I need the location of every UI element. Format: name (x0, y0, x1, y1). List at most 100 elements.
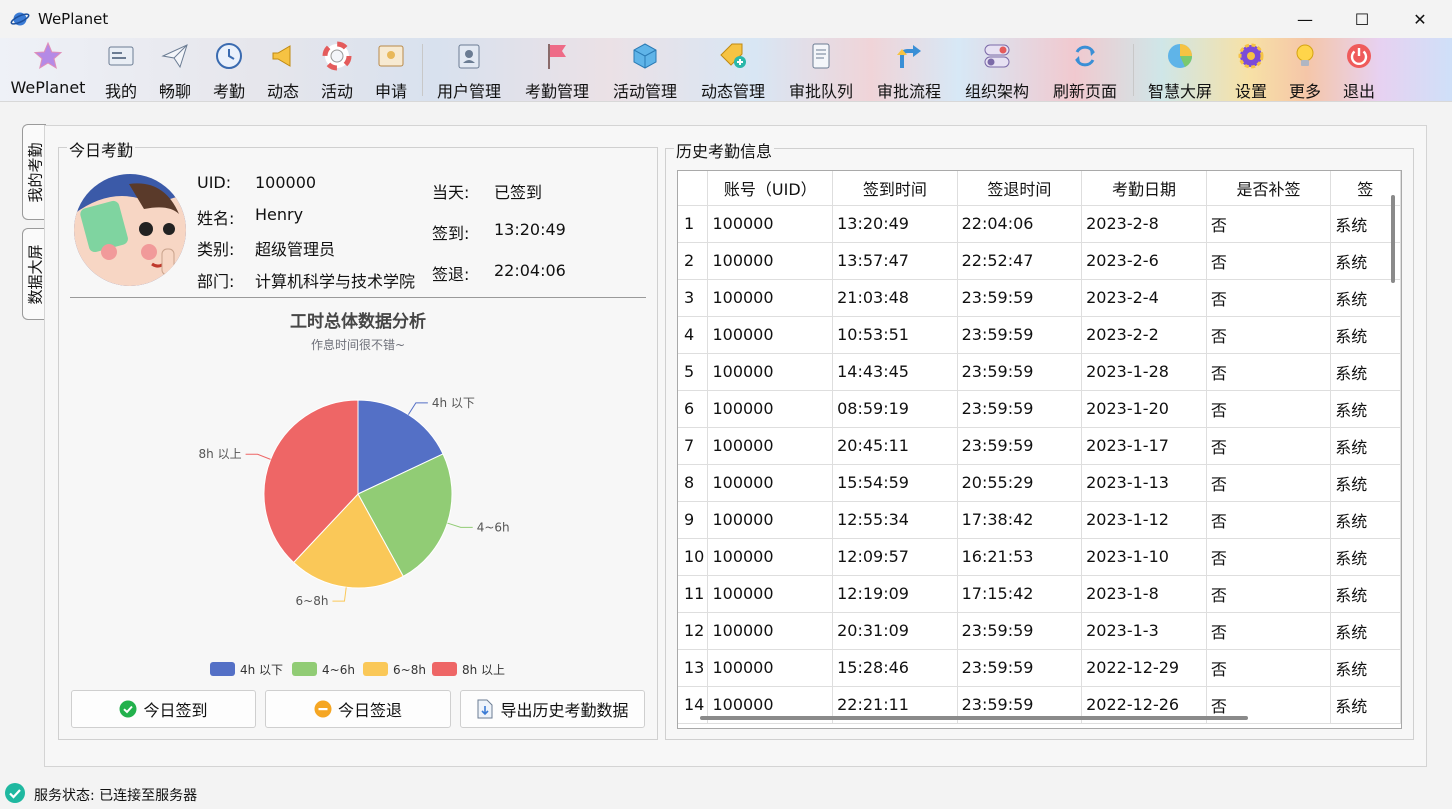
table-cell[interactable]: 13:20:49 (832, 205, 958, 243)
row-number-cell[interactable]: 10 (678, 538, 709, 576)
table-row[interactable]: 5 100000 14:43:45 23:59:59 2023-1-28 否系统 (678, 353, 1401, 391)
row-number-cell[interactable]: 12 (678, 612, 709, 650)
legend-label[interactable]: 6~8h (393, 663, 426, 677)
table-cell[interactable]: 2023-1-20 (1081, 390, 1207, 428)
table-cell[interactable]: 2023-1-13 (1081, 464, 1207, 502)
checkin-button[interactable]: 今日签到 (71, 690, 256, 728)
table-cell[interactable]: 否 (1206, 427, 1332, 465)
table-cell[interactable]: 否 (1206, 649, 1332, 687)
toolbar-item-7[interactable]: 用户管理 (429, 38, 509, 102)
table-cell[interactable]: 15:54:59 (832, 464, 958, 502)
toolbar-item-0[interactable]: WePlanet (8, 38, 88, 102)
table-cell[interactable]: 17:15:42 (957, 575, 1083, 613)
table-cell[interactable]: 否 (1206, 242, 1332, 280)
history-table[interactable]: 账号（UID） 签到时间 签退时间 考勤日期 是否补签 签 1 100000 13:… (677, 170, 1402, 729)
table-cell[interactable]: 100000 (707, 464, 834, 502)
legend-label[interactable]: 8h 以上 (462, 663, 505, 677)
table-cell[interactable]: 2023-2-4 (1081, 279, 1207, 317)
legend-swatch[interactable] (363, 662, 388, 676)
column-header[interactable]: 考勤日期 (1081, 171, 1207, 206)
table-row[interactable]: 13 100000 15:28:46 23:59:59 2022-12-29 否系统 (678, 649, 1401, 687)
row-number-cell[interactable]: 6 (678, 390, 709, 428)
table-cell[interactable]: 12:55:34 (832, 501, 958, 539)
table-cell[interactable]: 系统 (1330, 279, 1401, 317)
table-cell[interactable]: 08:59:19 (832, 390, 958, 428)
toolbar-item-14[interactable]: 刷新页面 (1045, 38, 1125, 102)
table-cell[interactable]: 12:09:57 (832, 538, 958, 576)
table-row[interactable]: 8 100000 15:54:59 20:55:29 2023-1-13 否系统 (678, 464, 1401, 502)
vertical-scrollbar[interactable] (1391, 195, 1395, 283)
column-header[interactable]: 签到时间 (832, 171, 958, 206)
legend-swatch[interactable] (292, 662, 317, 676)
table-cell[interactable]: 2023-1-28 (1081, 353, 1207, 391)
legend-swatch[interactable] (432, 662, 457, 676)
row-number-cell[interactable]: 2 (678, 242, 709, 280)
table-cell[interactable]: 100000 (707, 427, 834, 465)
toolbar-item-18[interactable]: 退出 (1319, 38, 1399, 102)
table-cell[interactable]: 10:53:51 (832, 316, 958, 354)
table-cell[interactable]: 12:19:09 (832, 575, 958, 613)
toolbar-item-11[interactable]: 审批队列 (781, 38, 861, 102)
table-row[interactable]: 11 100000 12:19:09 17:15:42 2023-1-8 否系统 (678, 575, 1401, 613)
checkout-button[interactable]: 今日签退 (265, 690, 451, 728)
toolbar-item-8[interactable]: 考勤管理 (517, 38, 597, 102)
table-row[interactable]: 3 100000 21:03:48 23:59:59 2023-2-4 否系统 (678, 279, 1401, 317)
table-cell[interactable]: 14:43:45 (832, 353, 958, 391)
table-cell[interactable]: 100000 (707, 390, 834, 428)
table-cell[interactable]: 2023-2-2 (1081, 316, 1207, 354)
maximize-button[interactable]: ☐ (1347, 6, 1377, 32)
table-cell[interactable]: 100000 (707, 316, 834, 354)
table-cell[interactable]: 23:59:59 (957, 353, 1083, 391)
table-cell[interactable]: 20:55:29 (957, 464, 1083, 502)
table-cell[interactable]: 系统 (1330, 464, 1401, 502)
table-row[interactable]: 6 100000 08:59:19 23:59:59 2023-1-20 否系统 (678, 390, 1401, 428)
table-cell[interactable]: 系统 (1330, 612, 1401, 650)
table-row[interactable]: 12 100000 20:31:09 23:59:59 2023-1-3 否系统 (678, 612, 1401, 650)
close-button[interactable]: ✕ (1405, 6, 1435, 32)
table-cell[interactable]: 15:28:46 (832, 649, 958, 687)
table-row[interactable]: 7 100000 20:45:11 23:59:59 2023-1-17 否系统 (678, 427, 1401, 465)
table-cell[interactable]: 100000 (707, 242, 834, 280)
table-cell[interactable]: 否 (1206, 612, 1332, 650)
row-number-cell[interactable]: 8 (678, 464, 709, 502)
toolbar-item-9[interactable]: 活动管理 (605, 38, 685, 102)
table-cell[interactable]: 否 (1206, 538, 1332, 576)
row-number-cell[interactable]: 3 (678, 279, 709, 317)
row-number-cell[interactable]: 1 (678, 205, 709, 243)
table-cell[interactable]: 100000 (707, 612, 834, 650)
table-cell[interactable]: 2023-1-12 (1081, 501, 1207, 539)
table-cell[interactable]: 23:59:59 (957, 649, 1083, 687)
toolbar-item-15[interactable]: 智慧大屏 (1140, 38, 1220, 102)
table-cell[interactable]: 系统 (1330, 390, 1401, 428)
table-cell[interactable]: 否 (1206, 353, 1332, 391)
horizontal-scrollbar[interactable] (700, 716, 1248, 720)
table-cell[interactable]: 23:59:59 (957, 427, 1083, 465)
tab-data-screen[interactable]: 数据大屏 (22, 228, 46, 320)
legend-label[interactable]: 4h 以下 (240, 663, 283, 677)
table-cell[interactable]: 系统 (1330, 427, 1401, 465)
table-cell[interactable]: 23:59:59 (957, 316, 1083, 354)
table-cell[interactable]: 16:21:53 (957, 538, 1083, 576)
row-number-cell[interactable]: 5 (678, 353, 709, 391)
table-cell[interactable]: 20:31:09 (832, 612, 958, 650)
legend-label[interactable]: 4~6h (322, 663, 355, 677)
table-cell[interactable]: 20:45:11 (832, 427, 958, 465)
table-row[interactable]: 10 100000 12:09:57 16:21:53 2023-1-10 否系统 (678, 538, 1401, 576)
table-cell[interactable]: 100000 (707, 649, 834, 687)
export-history-button[interactable]: 导出历史考勤数据 (460, 690, 645, 728)
column-header[interactable]: 账号（UID） (707, 171, 834, 206)
toolbar-item-13[interactable]: 组织架构 (957, 38, 1037, 102)
table-cell[interactable]: 23:59:59 (957, 612, 1083, 650)
table-row[interactable]: 2 100000 13:57:47 22:52:47 2023-2-6 否系统 (678, 242, 1401, 280)
row-number-cell[interactable]: 4 (678, 316, 709, 354)
table-cell[interactable]: 23:59:59 (957, 279, 1083, 317)
table-cell[interactable]: 22:52:47 (957, 242, 1083, 280)
table-cell[interactable]: 2023-1-3 (1081, 612, 1207, 650)
table-cell[interactable]: 2023-1-10 (1081, 538, 1207, 576)
table-cell[interactable]: 否 (1206, 575, 1332, 613)
table-cell[interactable]: 23:59:59 (957, 390, 1083, 428)
table-cell[interactable]: 2023-1-17 (1081, 427, 1207, 465)
table-row[interactable]: 9 100000 12:55:34 17:38:42 2023-1-12 否系统 (678, 501, 1401, 539)
minimize-button[interactable]: — (1290, 6, 1320, 32)
table-cell[interactable]: 系统 (1330, 353, 1401, 391)
